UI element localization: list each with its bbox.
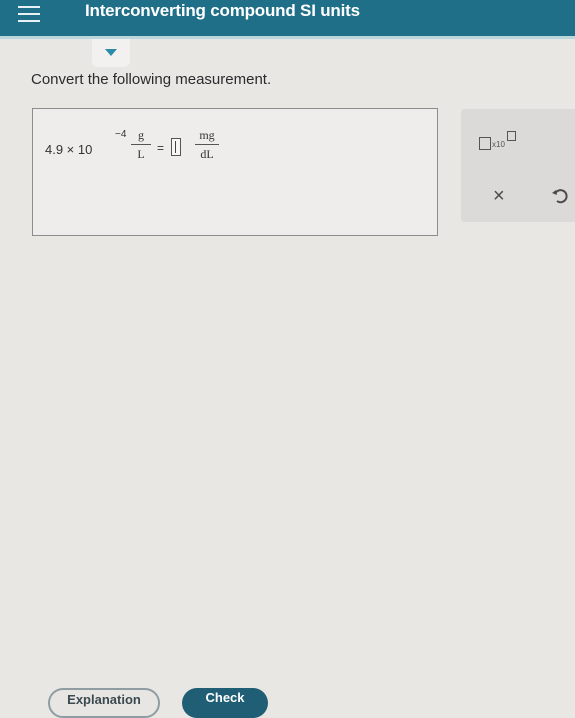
equals-sign: = (157, 141, 165, 155)
header-divider (0, 36, 575, 39)
base-box-icon (479, 137, 491, 150)
collapse-toggle-button[interactable] (92, 39, 130, 67)
measurement-mantissa: 4.9 × 10 (45, 142, 93, 157)
answer-input[interactable] (171, 138, 181, 156)
to-unit-denominator: dL (200, 147, 214, 161)
triangle-down-icon (105, 49, 117, 56)
text-cursor (175, 141, 176, 153)
page-title: Interconverting compound SI units (85, 1, 360, 20)
scientific-notation-button[interactable]: x10 (479, 131, 525, 153)
top-bar: Interconverting compound SI units (0, 0, 575, 36)
explanation-button[interactable]: Explanation (48, 688, 160, 718)
fraction-bar (131, 144, 151, 145)
to-unit-fraction: mg dL (195, 129, 219, 161)
measurement-exponent: −4 (115, 129, 127, 140)
answer-tools-panel: x10 × (461, 109, 575, 222)
hamburger-icon[interactable] (18, 6, 40, 26)
exponent-box-icon (507, 131, 516, 141)
from-unit-denominator: L (137, 147, 145, 161)
to-unit-numerator: mg (199, 128, 215, 142)
answer-area: 4.9 × 10 −4 g L = mg dL (32, 108, 438, 236)
undo-icon[interactable] (551, 187, 569, 205)
fraction-bar (195, 144, 219, 145)
sci-notation-label: x10 (492, 140, 505, 149)
check-button[interactable]: Check (182, 688, 268, 718)
question-prompt: Convert the following measurement. (31, 71, 272, 88)
from-unit-fraction: g L (131, 129, 151, 161)
x-icon[interactable]: × (493, 186, 505, 206)
from-unit-numerator: g (138, 128, 144, 142)
